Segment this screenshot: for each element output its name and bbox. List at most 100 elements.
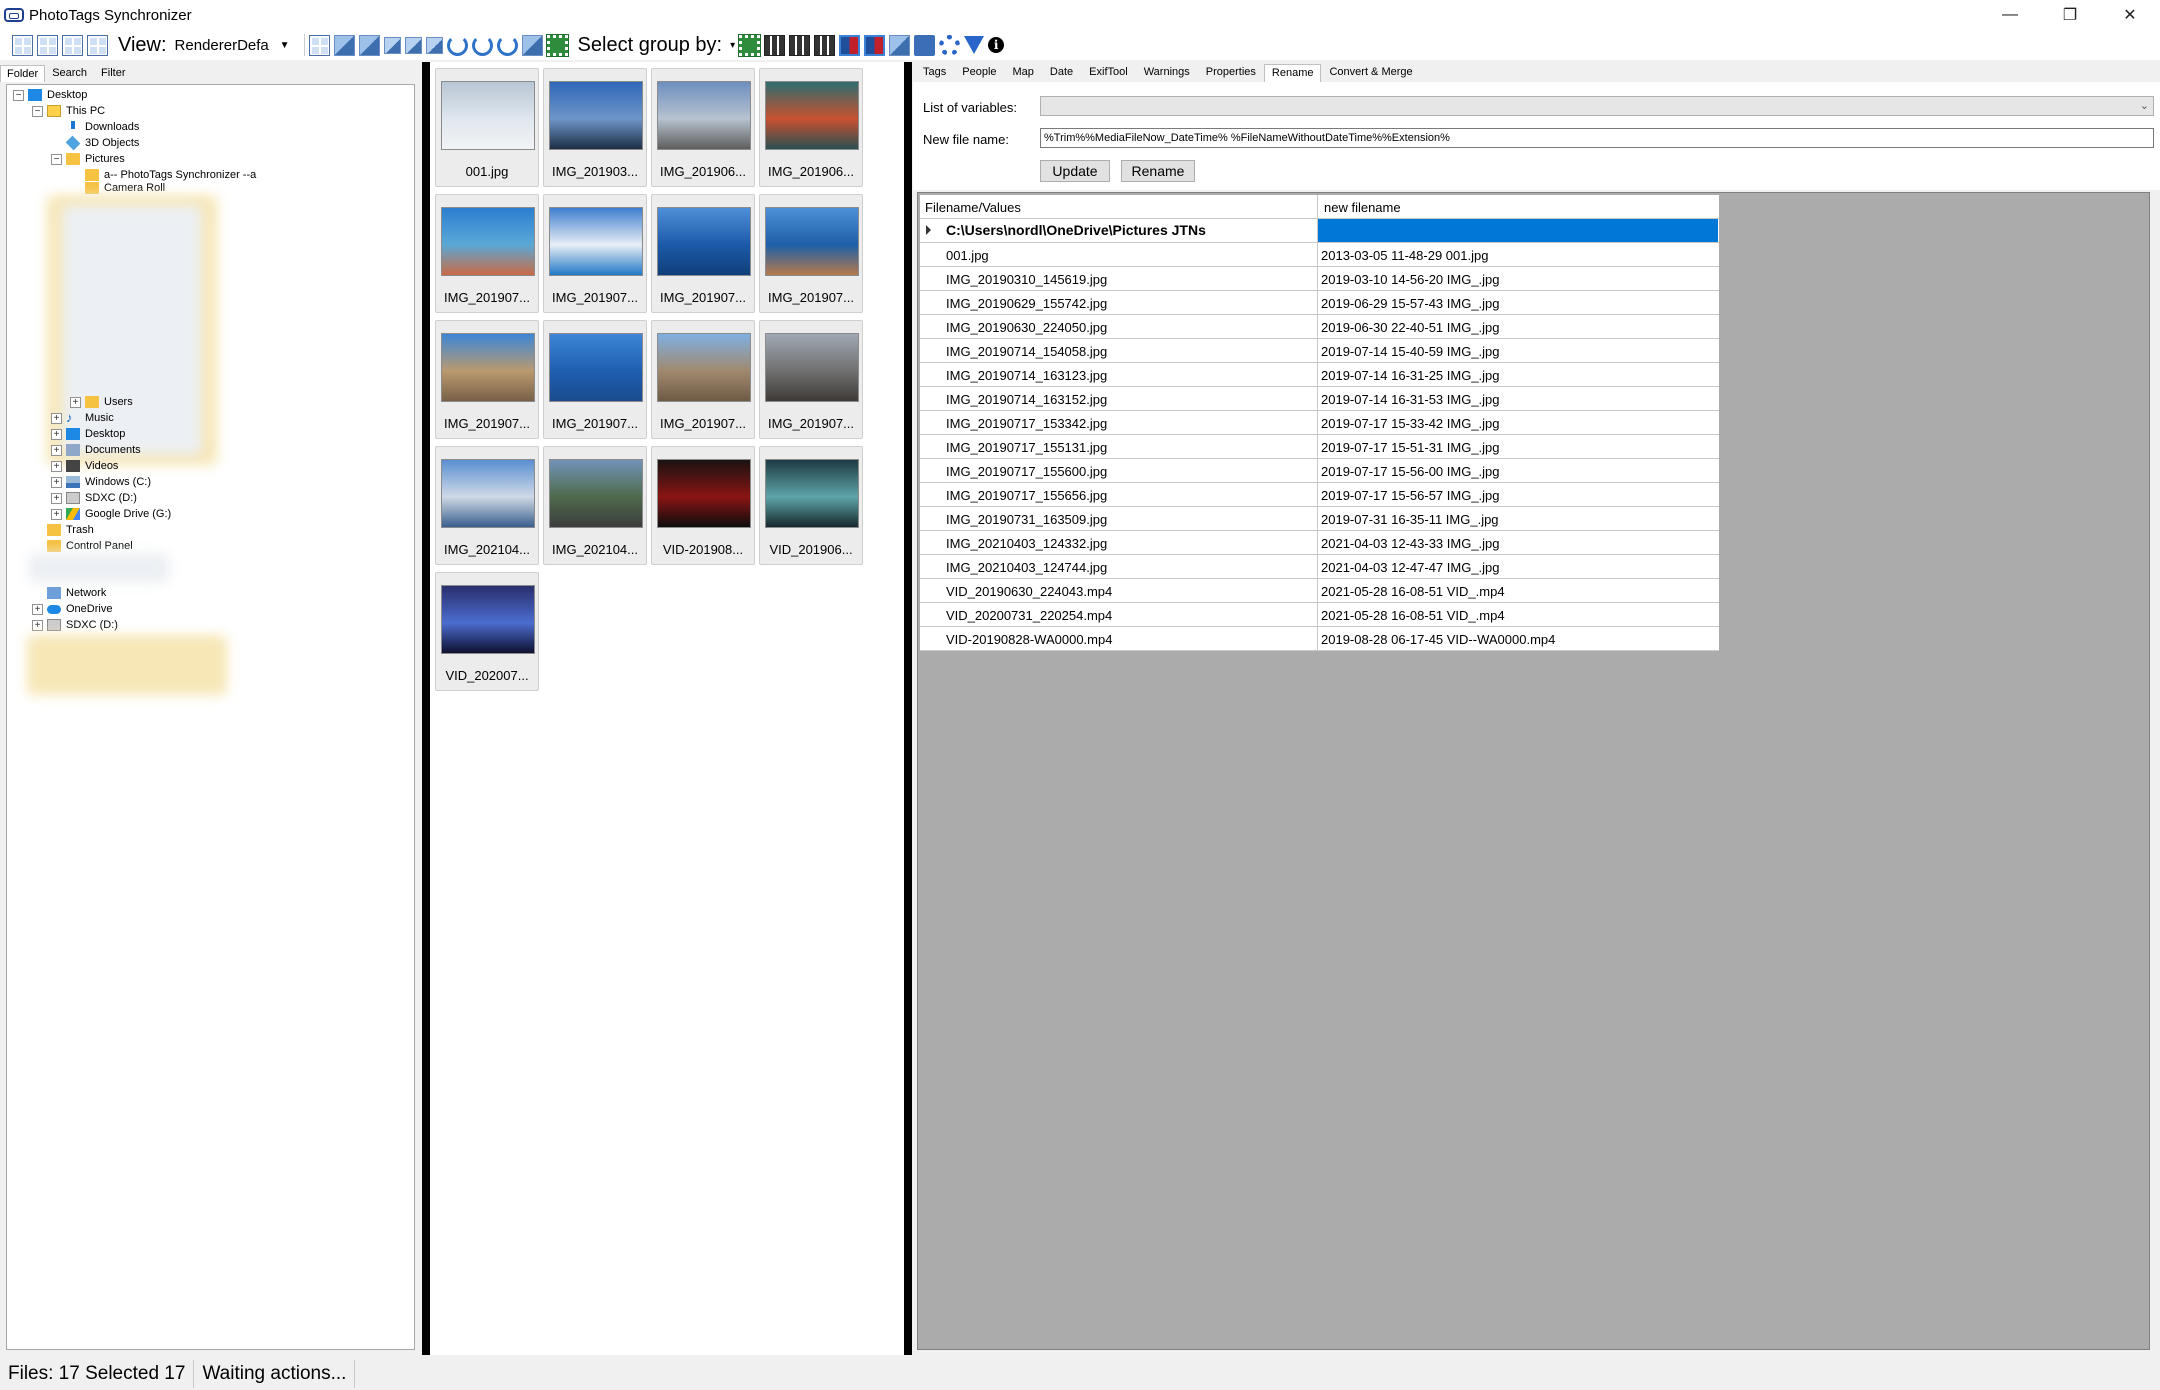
grid-row[interactable]: VID-20190828-WA0000.mp4 2019-08-28 06-17-…	[920, 627, 1719, 651]
tree-item-music[interactable]: + ♪ Music	[51, 410, 114, 426]
rotate-left-icon[interactable]	[446, 34, 468, 56]
tree-item-downloads[interactable]: Downloads	[51, 119, 139, 135]
expand-icon[interactable]: +	[70, 396, 81, 408]
grid-row[interactable]: IMG_20190717_155600.jpg 2019-07-17 15-56-…	[920, 459, 1719, 483]
filename-cell[interactable]: IMG_20190717_155131.jpg	[920, 435, 1318, 458]
tree-item-onedrive[interactable]: + OneDrive	[32, 601, 112, 617]
columns-date-icon[interactable]	[764, 34, 786, 56]
new-filename-cell[interactable]: 2019-06-29 15-57-43 IMG_.jpg	[1318, 291, 1718, 314]
grid-row[interactable]: VID_20190630_224043.mp4 2021-05-28 16-08-…	[920, 579, 1719, 603]
thumbnail-item[interactable]: IMG_201907...	[543, 194, 647, 313]
new-filename-cell[interactable]: 2019-07-17 15-33-42 IMG_.jpg	[1318, 411, 1718, 434]
new-filename-cell[interactable]: 2021-05-28 16-08-51 VID_.mp4	[1318, 579, 1718, 602]
tree-item-camera-roll[interactable]: Camera Roll	[70, 182, 165, 194]
new-filename-cell[interactable]: 2019-03-10 14-56-20 IMG_.jpg	[1318, 267, 1718, 290]
tree-item-google-drive[interactable]: + Google Drive (G:)	[51, 506, 171, 522]
new-filename-cell[interactable]: 2019-07-17 15-51-31 IMG_.jpg	[1318, 435, 1718, 458]
compare-selected-icon[interactable]	[839, 34, 861, 56]
media-preview-icon[interactable]	[521, 34, 543, 56]
thumbnail-item[interactable]: IMG_201907...	[435, 320, 539, 439]
grid-row[interactable]: VID_20200731_220254.mp4 2021-05-28 16-08-…	[920, 603, 1719, 627]
thumbnail-item[interactable]: IMG_201907...	[651, 320, 755, 439]
view-grid-icon[interactable]	[12, 34, 33, 56]
filename-cell[interactable]: VID-20190828-WA0000.mp4	[920, 627, 1318, 650]
thumbnail-item[interactable]: IMG_201907...	[435, 194, 539, 313]
close-button[interactable]: ✕	[2100, 0, 2160, 30]
expand-icon[interactable]: +	[51, 444, 62, 456]
expand-icon[interactable]: +	[51, 412, 62, 424]
expand-icon[interactable]: +	[51, 476, 62, 488]
grid-row[interactable]: IMG_20190630_224050.jpg 2019-06-30 22-40-…	[920, 315, 1719, 339]
expand-icon[interactable]: +	[51, 508, 62, 520]
thumbnail-item[interactable]: IMG_201907...	[651, 194, 755, 313]
thumbnail-item[interactable]: IMG_201906...	[759, 68, 863, 187]
new-filename-cell[interactable]: 2021-04-03 12-47-47 IMG_.jpg	[1318, 555, 1718, 578]
tab-exiftool[interactable]: ExifTool	[1081, 63, 1136, 82]
filename-cell[interactable]: VID_20200731_220254.mp4	[920, 603, 1318, 626]
thumbnail-item[interactable]: IMG_201907...	[759, 320, 863, 439]
expand-caret-icon[interactable]	[926, 225, 931, 235]
grid-row[interactable]: IMG_20190717_153342.jpg 2019-07-17 15-33-…	[920, 411, 1719, 435]
expand-icon[interactable]: +	[32, 603, 43, 615]
column-header-filename[interactable]: Filename/Values	[920, 195, 1318, 218]
new-filename-cell[interactable]: 2019-07-14 16-31-53 IMG_.jpg	[1318, 387, 1718, 410]
thumbnail-item[interactable]: VID_202007...	[435, 572, 539, 691]
tree-item-network[interactable]: Network	[32, 585, 106, 601]
folder-tree[interactable]: − Desktop − This PC Downloads 3D Objects −…	[6, 84, 415, 1350]
thumbnail-large-icon[interactable]	[358, 34, 380, 56]
grid-row[interactable]: IMG_20190714_154058.jpg 2019-07-14 15-40-…	[920, 339, 1719, 363]
filename-cell[interactable]: IMG_20210403_124332.jpg	[920, 531, 1318, 554]
grid-row[interactable]: IMG_20190310_145619.jpg 2019-03-10 14-56-…	[920, 267, 1719, 291]
thumbnail-item[interactable]: IMG_201906...	[651, 68, 755, 187]
expand-icon[interactable]: +	[51, 460, 62, 472]
rename-grid[interactable]: Filename/Values new filename C:\Users\no…	[917, 192, 2150, 1350]
filename-cell[interactable]: IMG_20190717_155656.jpg	[920, 483, 1318, 506]
tree-item-documents[interactable]: + Documents	[51, 442, 141, 458]
new-filename-cell[interactable]: 2021-04-03 12-43-33 IMG_.jpg	[1318, 531, 1718, 554]
restore-button[interactable]: ❐	[2040, 0, 2100, 30]
compare-media-icon[interactable]	[864, 34, 886, 56]
tree-item-sdxc-d[interactable]: + SDXC (D:)	[51, 490, 137, 506]
new-filename-cell[interactable]: 2019-07-17 15-56-57 IMG_.jpg	[1318, 483, 1718, 506]
tab-filter[interactable]: Filter	[94, 64, 132, 82]
collapse-icon[interactable]: −	[13, 89, 24, 101]
filter-funnel-icon[interactable]	[964, 36, 985, 54]
rename-button[interactable]: Rename	[1121, 160, 1195, 182]
settings-gear-icon[interactable]	[939, 34, 961, 56]
tree-item-pictures[interactable]: − Pictures	[51, 151, 125, 167]
filename-cell[interactable]: IMG_20190629_155742.jpg	[920, 291, 1318, 314]
expand-icon[interactable]: +	[51, 428, 62, 440]
columns-all-icon[interactable]	[814, 34, 836, 56]
expand-icon[interactable]: +	[51, 492, 62, 504]
new-filename-cell[interactable]: 2021-05-28 16-08-51 VID_.mp4	[1318, 603, 1718, 626]
new-filename-cell[interactable]: 2019-08-28 06-17-45 VID--WA0000.mp4	[1318, 627, 1718, 650]
tab-properties[interactable]: Properties	[1198, 63, 1264, 82]
collapse-icon[interactable]: −	[51, 153, 62, 165]
new-filename-cell[interactable]: 2019-07-14 15-40-59 IMG_.jpg	[1318, 339, 1718, 362]
new-filename-cell[interactable]: 2019-06-30 22-40-51 IMG_.jpg	[1318, 315, 1718, 338]
tree-item-phototags[interactable]: a-- PhotoTags Synchronizer --a	[70, 167, 256, 183]
group-dropdown-arrow-icon[interactable]: ▾	[730, 40, 735, 51]
group-folder-cell[interactable]: C:\Users\nordl\OneDrive\Pictures JTNs	[920, 219, 1318, 242]
filename-cell[interactable]: IMG_20190717_153342.jpg	[920, 411, 1318, 434]
view-split-icon[interactable]	[62, 34, 83, 56]
grid-row[interactable]: IMG_20210403_124332.jpg 2021-04-03 12-43-…	[920, 531, 1719, 555]
expand-icon[interactable]: +	[32, 619, 43, 631]
new-filename-cell[interactable]: 2019-07-17 15-56-00 IMG_.jpg	[1318, 459, 1718, 482]
thumbnail-view[interactable]: 001.jpg IMG_201903... IMG_201906... IMG_201…	[430, 62, 904, 1355]
thumbnail-item[interactable]: VID-201908...	[651, 446, 755, 565]
tree-item-desktop-folder[interactable]: + Desktop	[51, 426, 125, 442]
minimize-button[interactable]: —	[1980, 0, 2040, 30]
filename-cell[interactable]: IMG_20190731_163509.jpg	[920, 507, 1318, 530]
refresh-icon[interactable]	[471, 34, 493, 56]
group-row[interactable]: C:\Users\nordl\OneDrive\Pictures JTNs	[920, 219, 1719, 243]
filename-cell[interactable]: VID_20190630_224043.mp4	[920, 579, 1318, 602]
thumbnail-small-icon[interactable]	[404, 36, 422, 54]
thumbnail-item[interactable]: IMG_202104...	[543, 446, 647, 565]
filename-cell[interactable]: IMG_20210403_124744.jpg	[920, 555, 1318, 578]
filename-cell[interactable]: IMG_20190717_155600.jpg	[920, 459, 1318, 482]
collapse-icon[interactable]: −	[32, 105, 43, 117]
group-select-icon[interactable]	[738, 33, 762, 57]
tree-item-this-pc[interactable]: − This PC	[32, 103, 105, 119]
filename-cell[interactable]: IMG_20190714_163123.jpg	[920, 363, 1318, 386]
